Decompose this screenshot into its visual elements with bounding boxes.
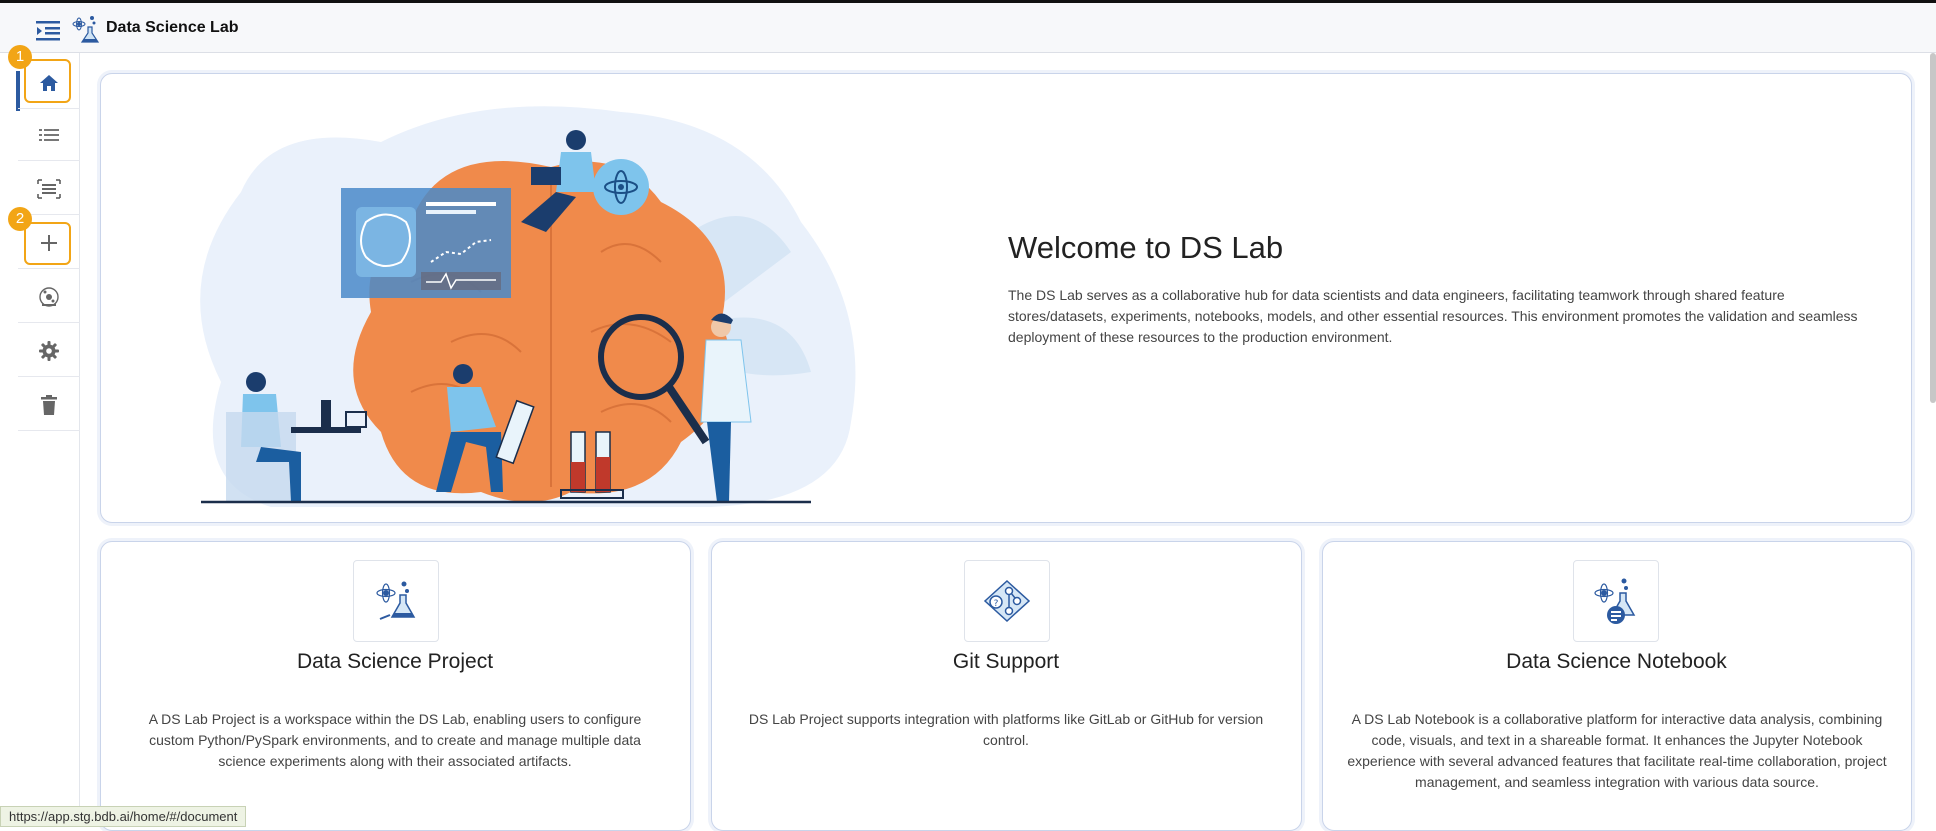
sidebar-item-settings[interactable] [18,325,80,377]
feature-card-data-science-project[interactable]: Data Science Project A DS Lab Project is… [100,541,691,831]
model-icon [37,178,61,199]
app-title: Data Science Lab [106,19,239,36]
feature-title: Git Support [952,650,1060,673]
feature-title: Data Science Notebook [1506,650,1727,673]
feature-card-git-support[interactable]: ? Git Support DS Lab Project supports in… [711,541,1302,831]
feature-description: DS Lab Project supports integration with… [748,711,1264,748]
callout-badge-2: 2 [8,207,32,231]
page-scrollbar[interactable] [1930,53,1936,403]
callout-badge-1: 1 [8,45,32,69]
git-support-icon: ? [964,560,1050,642]
welcome-card: Welcome to DS Lab The DS Lab serves as a… [100,73,1912,523]
trash-icon [41,394,57,415]
lab-illustration [200,106,856,508]
feature-card-data-science-notebook[interactable]: Data Science Notebook A DS Lab Notebook … [1322,541,1912,831]
sidebar: 1 2 [0,45,80,827]
list-icon [39,128,59,141]
welcome-title: Welcome to DS Lab [1008,230,1284,265]
data-science-notebook-icon [1573,560,1659,642]
ds-icon [39,286,59,307]
sidebar-item-list[interactable] [18,109,80,161]
sidebar-toggle-icon[interactable] [36,20,60,42]
gear-icon [39,340,59,361]
feature-description: A DS Lab Project is a workspace within t… [148,711,642,769]
data-science-project-icon [353,560,439,642]
app-header: Data Science Lab [0,3,1936,53]
svg-text:?: ? [994,599,999,609]
data-science-lab-logo [72,16,100,43]
feature-description: A DS Lab Notebook is a collaborative pla… [1347,711,1887,790]
welcome-description: The DS Lab serves as a collaborative hub… [1008,287,1858,345]
status-url-bar: https://app.stg.bdb.ai/home/#/document [0,806,247,827]
sidebar-item-model[interactable] [18,163,80,215]
sidebar-item-trash[interactable] [18,379,80,431]
callout-highlight-create [24,222,71,265]
callout-highlight-home [24,59,71,103]
sidebar-item-data-science[interactable] [18,271,80,323]
feature-title: Data Science Project [296,650,494,673]
